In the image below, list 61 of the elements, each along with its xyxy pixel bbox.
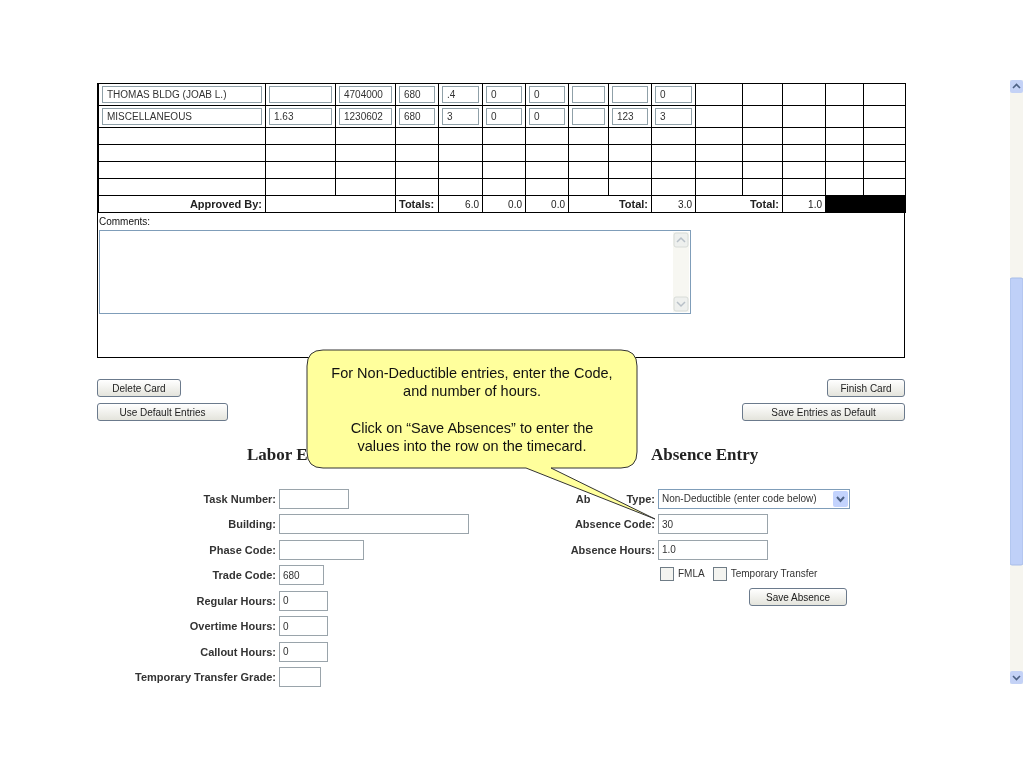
section-heading: Absence Entry xyxy=(651,445,759,465)
table-input[interactable]: 123 xyxy=(612,108,648,125)
input-field[interactable]: 1.0 xyxy=(658,539,768,560)
field-label: Absence Hours: xyxy=(569,543,656,556)
field-label: Callout Hours: xyxy=(199,645,277,658)
checkbox-label: Temporary Transfer xyxy=(730,568,818,579)
page-scrollbar[interactable] xyxy=(1010,80,1023,684)
table-input[interactable]: 680 xyxy=(399,108,435,125)
callout-text: For Non-Deductible entries, enter the Code, and number of hours. xyxy=(330,363,614,400)
field-label: Task Number: xyxy=(202,492,277,505)
table-input[interactable] xyxy=(269,86,332,103)
table-input[interactable]: 1230602 xyxy=(339,108,392,125)
input-field[interactable] xyxy=(279,514,469,535)
section-heading: Labor E xyxy=(247,445,308,465)
form-button[interactable]: Save Entries as Default xyxy=(742,403,905,421)
callout-text: Click on “Save Absences” to enter the values into the row on the timecard. xyxy=(349,418,595,455)
input-field[interactable]: 30 xyxy=(658,514,768,535)
field-label: Phase Code: xyxy=(208,543,277,556)
input-field[interactable]: 0 xyxy=(279,641,328,662)
table-input[interactable]: 0 xyxy=(529,108,565,125)
input-field[interactable] xyxy=(279,539,364,560)
checkbox[interactable] xyxy=(660,566,674,581)
save-absence-button[interactable]: Save Absence xyxy=(749,588,847,607)
field-label: Overtime Hours: xyxy=(188,620,277,633)
form-button[interactable]: Use Default Entries xyxy=(97,403,228,421)
table-input[interactable]: 0 xyxy=(655,86,692,103)
table-input[interactable] xyxy=(572,108,605,125)
table-input[interactable]: 0 xyxy=(486,86,522,103)
table-input[interactable]: 0 xyxy=(486,108,522,125)
field-label: Ab xyxy=(575,492,591,505)
comments-field[interactable] xyxy=(99,230,691,314)
input-field[interactable]: 0 xyxy=(279,590,328,611)
field-label: Regular Hours: xyxy=(195,594,277,607)
checkbox[interactable] xyxy=(712,566,727,581)
table-input[interactable] xyxy=(612,86,648,103)
absence-type-select[interactable]: Non-Deductible (enter code below) xyxy=(658,488,850,509)
input-field[interactable] xyxy=(279,488,349,509)
table-input[interactable]: 0 xyxy=(529,86,565,103)
form-button[interactable]: Delete Card xyxy=(97,379,181,397)
table-input[interactable]: 1.63 xyxy=(269,108,332,125)
table-input[interactable]: 3 xyxy=(442,108,479,125)
field-label: Type: xyxy=(626,492,655,505)
dropdown-icon xyxy=(833,490,848,507)
table-input[interactable] xyxy=(572,86,605,103)
table-input[interactable]: 3 xyxy=(655,108,692,125)
field-label: Building: xyxy=(227,518,277,531)
input-field[interactable] xyxy=(279,667,321,688)
table-input[interactable]: 4704000 xyxy=(339,86,392,103)
input-field[interactable]: 680 xyxy=(279,565,324,586)
table-input[interactable]: 680 xyxy=(399,86,435,103)
textarea-scrollbar[interactable] xyxy=(673,232,689,312)
comments-label: Comments: xyxy=(99,216,152,227)
field-label: Temporary Transfer Grade: xyxy=(134,671,277,684)
input-field[interactable]: 0 xyxy=(279,616,328,637)
form-button[interactable]: Finish Card xyxy=(827,379,905,397)
table-input[interactable]: MISCELLANEOUS xyxy=(102,108,262,125)
table-input[interactable]: THOMAS BLDG (JOAB L.) xyxy=(102,86,262,103)
table-input[interactable]: .4 xyxy=(442,86,479,103)
checkbox-label: FMLA xyxy=(678,568,705,579)
field-label: Trade Code: xyxy=(211,569,277,582)
field-label: Absence Code: xyxy=(573,518,656,531)
